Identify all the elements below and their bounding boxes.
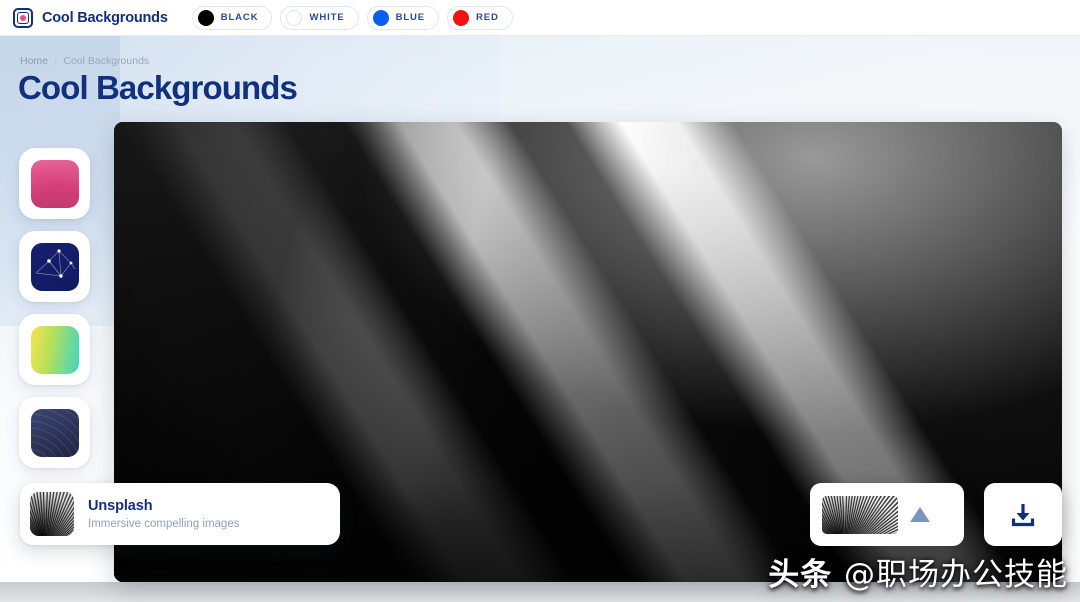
filter-pill-black[interactable]: BLACK — [191, 5, 273, 30]
navy-arcs-thumbnail — [30, 408, 79, 457]
logo-inner-square — [17, 11, 29, 24]
navy-constellation-thumbnail — [30, 242, 79, 291]
thumbnail-item-constellation[interactable] — [19, 231, 90, 302]
constellation-icon — [35, 248, 75, 278]
app-header: Cool Backgrounds BLACK WHITE BLUE RED — [0, 0, 1080, 36]
color-filter-group: BLACK WHITE BLUE RED — [191, 5, 513, 30]
filter-pill-white[interactable]: WHITE — [280, 5, 359, 30]
source-title: Unsplash — [88, 498, 153, 514]
thumbnail-sidebar — [19, 148, 90, 480]
breadcrumb: Home › Cool Backgrounds — [20, 55, 149, 67]
logo-dot — [20, 14, 26, 21]
download-icon — [1011, 503, 1035, 526]
source-card[interactable]: Unsplash Immersive compelling images — [20, 483, 340, 545]
filter-label-white: WHITE — [309, 12, 345, 23]
filter-label-red: RED — [476, 12, 499, 23]
download-button[interactable] — [984, 483, 1062, 546]
breadcrumb-separator-icon: › — [54, 55, 58, 67]
mini-fan-shade — [30, 492, 74, 536]
thumbnail-item-gradient[interactable] — [19, 314, 90, 385]
pink-gradient-thumbnail — [30, 159, 79, 208]
color-swatch-black-icon — [197, 9, 214, 26]
color-swatch-red-icon — [453, 9, 470, 26]
app-logo-icon[interactable] — [13, 7, 33, 28]
breadcrumb-home[interactable]: Home — [20, 55, 48, 67]
breadcrumb-current: Cool Backgrounds — [63, 55, 150, 67]
watermark: 头条 @职场办公技能 — [768, 549, 1068, 594]
thumbnail-item-arcs[interactable] — [19, 397, 90, 468]
app-root: Cool Backgrounds BLACK WHITE BLUE RED Ho… — [0, 0, 1080, 602]
yellow-teal-gradient-thumbnail — [30, 325, 79, 374]
watermark-handle: @职场办公技能 — [844, 557, 1068, 593]
color-swatch-blue-icon — [372, 9, 389, 26]
page-title: Cool Backgrounds — [18, 69, 298, 106]
brand-title: Cool Backgrounds — [42, 9, 168, 26]
unsplash-preview-thumbnail — [30, 492, 74, 536]
image-preview-thumbnail[interactable] — [822, 495, 898, 534]
source-subtitle: Immersive compelling images — [88, 518, 240, 530]
source-card-text: Unsplash Immersive compelling images — [88, 498, 239, 530]
filter-pill-blue[interactable]: BLUE — [366, 5, 440, 30]
filter-pill-red[interactable]: RED — [447, 5, 513, 30]
thumbnail-item-pink[interactable] — [19, 148, 90, 219]
triangle-up-icon[interactable] — [910, 507, 930, 522]
filter-label-black: BLACK — [220, 12, 259, 23]
color-swatch-white-icon — [286, 9, 303, 26]
preview-control-group — [810, 483, 964, 546]
preview-fan-shade — [822, 495, 898, 534]
filter-label-blue: BLUE — [395, 12, 426, 23]
watermark-prefix: 头条 — [768, 557, 833, 593]
